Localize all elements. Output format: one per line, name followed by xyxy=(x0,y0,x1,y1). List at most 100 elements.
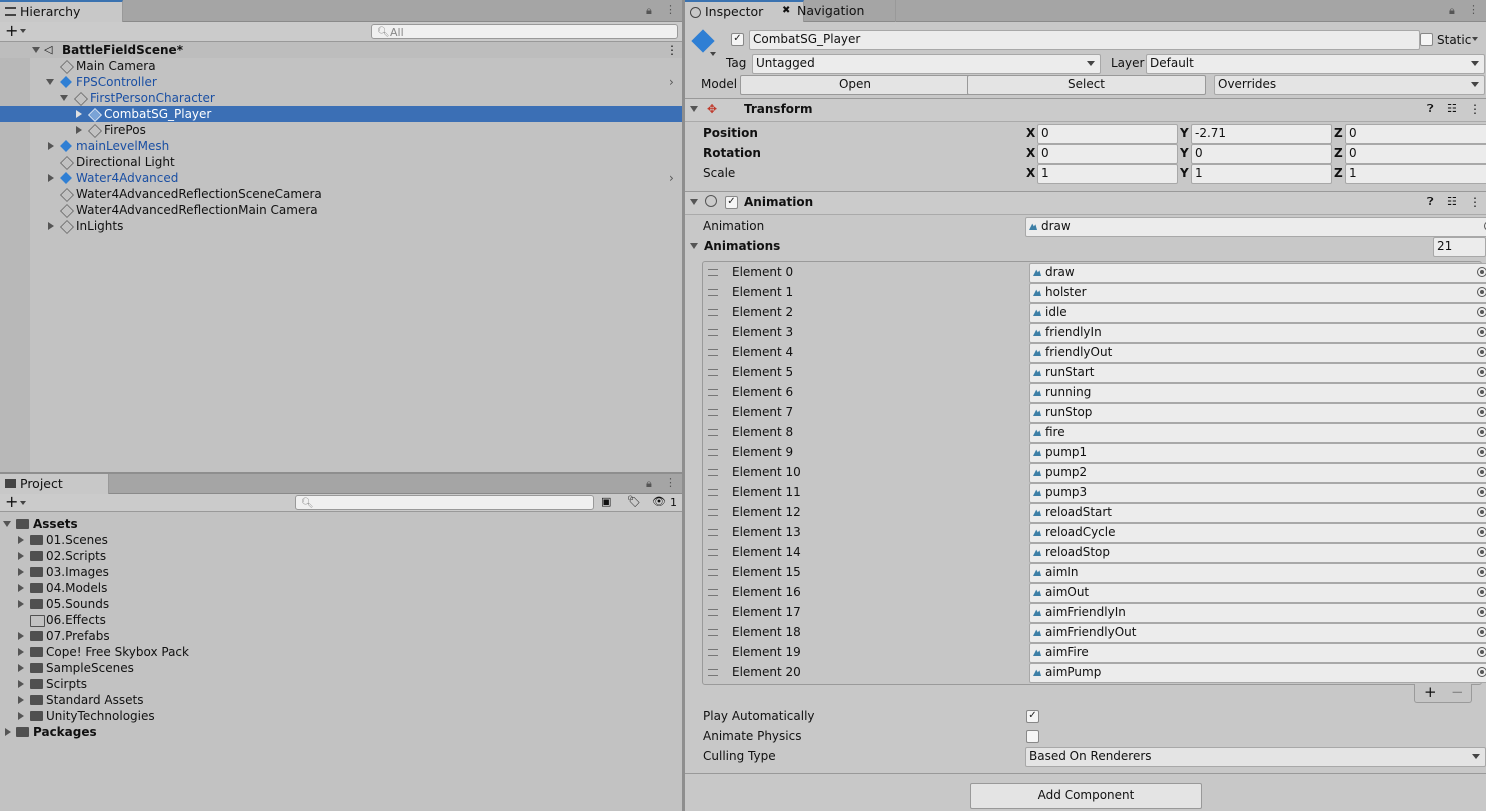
position-z-field[interactable]: 0 xyxy=(1345,124,1486,144)
folder-item[interactable]: Cope! Free Skybox Pack xyxy=(0,644,682,660)
folder-item[interactable]: 04.Models xyxy=(0,580,682,596)
element-clip-field[interactable]: running xyxy=(1029,383,1486,403)
object-picker-icon[interactable] xyxy=(1477,667,1486,677)
object-picker-icon[interactable] xyxy=(1477,547,1486,557)
folder-item[interactable]: UnityTechnologies xyxy=(0,708,682,724)
more-icon[interactable]: ⋮ xyxy=(1469,192,1481,212)
expand-arrow-icon[interactable] xyxy=(48,174,54,182)
animations-expand-arrow-icon[interactable] xyxy=(690,243,698,249)
element-clip-field[interactable]: aimFriendlyOut xyxy=(1029,623,1486,643)
expand-arrow-icon[interactable] xyxy=(48,142,54,150)
lock-icon[interactable]: 🔒︎ xyxy=(646,477,652,491)
position-z-axis-label[interactable]: Z xyxy=(1334,124,1343,142)
drag-handle-icon[interactable] xyxy=(708,549,718,556)
object-picker-icon[interactable] xyxy=(1477,607,1486,617)
project-search-input[interactable]: 🔍︎ xyxy=(295,495,594,510)
element-clip-field[interactable]: holster xyxy=(1029,283,1486,303)
tab-project[interactable]: Project xyxy=(0,474,109,494)
element-clip-field[interactable]: draw xyxy=(1029,263,1486,283)
scale-z-axis-label[interactable]: Z xyxy=(1334,164,1343,182)
rotation-z-field[interactable]: 0 xyxy=(1345,144,1486,164)
expand-arrow-icon[interactable] xyxy=(18,536,24,544)
drag-handle-icon[interactable] xyxy=(708,389,718,396)
label-tag-icon[interactable]: 🏷︎ xyxy=(627,495,641,508)
scale-x-axis-label[interactable]: X xyxy=(1026,164,1035,182)
object-picker-icon[interactable] xyxy=(1477,507,1486,517)
object-picker-icon[interactable] xyxy=(1477,267,1486,277)
expand-arrow-icon[interactable] xyxy=(3,521,11,527)
object-picker-icon[interactable] xyxy=(1477,647,1486,657)
select-button[interactable]: Select xyxy=(967,75,1206,95)
element-clip-field[interactable]: reloadStart xyxy=(1029,503,1486,523)
hidden-eye-icon[interactable]: 👁︎ xyxy=(652,495,666,508)
object-picker-icon[interactable] xyxy=(1477,287,1486,297)
tree-item-directional-light[interactable]: Directional Light xyxy=(0,154,682,170)
element-clip-field[interactable]: pump1 xyxy=(1029,443,1486,463)
drag-handle-icon[interactable] xyxy=(708,449,718,456)
rotation-y-axis-label[interactable]: Y xyxy=(1180,144,1189,162)
dropdown-icon[interactable] xyxy=(20,501,26,505)
object-name-field[interactable]: CombatSG_Player xyxy=(749,30,1420,50)
rotation-x-axis-label[interactable]: X xyxy=(1026,144,1035,162)
drag-handle-icon[interactable] xyxy=(708,289,718,296)
tree-item-reflection-main-camera[interactable]: Water4AdvancedReflectionMain Camera xyxy=(0,202,682,218)
expand-arrow-icon[interactable] xyxy=(76,126,82,134)
presets-icon[interactable]: ☷ xyxy=(1447,99,1457,119)
rotation-y-field[interactable]: 0 xyxy=(1191,144,1332,164)
expand-arrow-icon[interactable] xyxy=(18,600,24,608)
drag-handle-icon[interactable] xyxy=(708,409,718,416)
expand-arrow-icon[interactable] xyxy=(48,222,54,230)
object-picker-icon[interactable] xyxy=(1477,427,1486,437)
drag-handle-icon[interactable] xyxy=(708,369,718,376)
object-picker-icon[interactable] xyxy=(1477,407,1486,417)
drag-handle-icon[interactable] xyxy=(708,609,718,616)
scale-z-field[interactable]: 1 xyxy=(1345,164,1486,184)
object-picker-icon[interactable] xyxy=(1477,347,1486,357)
tree-item-water4advanced[interactable]: Water4Advanced › xyxy=(0,170,682,186)
hierarchy-search-input[interactable]: 🔍︎ All xyxy=(371,24,678,39)
expand-arrow-icon[interactable] xyxy=(18,568,24,576)
object-picker-icon[interactable] xyxy=(1477,447,1486,457)
remove-element-button[interactable]: − xyxy=(1451,683,1464,701)
animation-header[interactable]: ✓ Animation ❓︎ ☷ ⋮ xyxy=(685,191,1486,215)
more-icon[interactable]: ⋮ xyxy=(1469,99,1481,119)
dropdown-icon[interactable] xyxy=(20,29,26,33)
chevron-right-icon[interactable]: › xyxy=(669,74,674,90)
layer-dropdown[interactable]: Default xyxy=(1146,54,1485,74)
expand-arrow-icon[interactable] xyxy=(18,680,24,688)
object-picker-icon[interactable] xyxy=(1477,387,1486,397)
drag-handle-icon[interactable] xyxy=(708,269,718,276)
tree-item-firepos[interactable]: FirePos xyxy=(0,122,682,138)
tab-hierarchy[interactable]: Hierarchy xyxy=(0,0,123,24)
tree-item-inlights[interactable]: InLights xyxy=(0,218,682,234)
more-icon[interactable]: ⋮ xyxy=(1468,3,1479,16)
more-icon[interactable]: ⋮ xyxy=(665,476,676,489)
object-picker-icon[interactable] xyxy=(1477,587,1486,597)
drag-handle-icon[interactable] xyxy=(708,629,718,636)
drag-handle-icon[interactable] xyxy=(708,309,718,316)
icon-dropdown-icon[interactable] xyxy=(710,52,716,56)
drag-handle-icon[interactable] xyxy=(708,669,718,676)
folder-item[interactable]: 02.Scripts xyxy=(0,548,682,564)
rotation-x-field[interactable]: 0 xyxy=(1037,144,1178,164)
animate-physics-checkbox[interactable] xyxy=(1026,730,1039,743)
scale-y-axis-label[interactable]: Y xyxy=(1180,164,1189,182)
help-icon[interactable]: ❓︎ xyxy=(1427,192,1434,212)
element-clip-field[interactable]: runStart xyxy=(1029,363,1486,383)
lock-icon[interactable]: 🔒︎ xyxy=(1449,4,1455,18)
expand-arrow-icon[interactable] xyxy=(18,664,24,672)
folder-item[interactable]: SampleScenes xyxy=(0,660,682,676)
element-clip-field[interactable]: aimIn xyxy=(1029,563,1486,583)
element-clip-field[interactable]: friendlyOut xyxy=(1029,343,1486,363)
culling-type-dropdown[interactable]: Based On Renderers xyxy=(1025,747,1486,767)
drag-handle-icon[interactable] xyxy=(708,649,718,656)
expand-arrow-icon[interactable] xyxy=(5,728,11,736)
rotation-z-axis-label[interactable]: Z xyxy=(1334,144,1343,162)
folder-item[interactable]: 01.Scenes xyxy=(0,532,682,548)
drag-handle-icon[interactable] xyxy=(708,589,718,596)
element-clip-field[interactable]: runStop xyxy=(1029,403,1486,423)
overrides-dropdown[interactable]: Overrides xyxy=(1214,75,1485,95)
position-y-axis-label[interactable]: Y xyxy=(1180,124,1189,142)
folder-assets[interactable]: Assets xyxy=(0,516,682,532)
drag-handle-icon[interactable] xyxy=(708,529,718,536)
